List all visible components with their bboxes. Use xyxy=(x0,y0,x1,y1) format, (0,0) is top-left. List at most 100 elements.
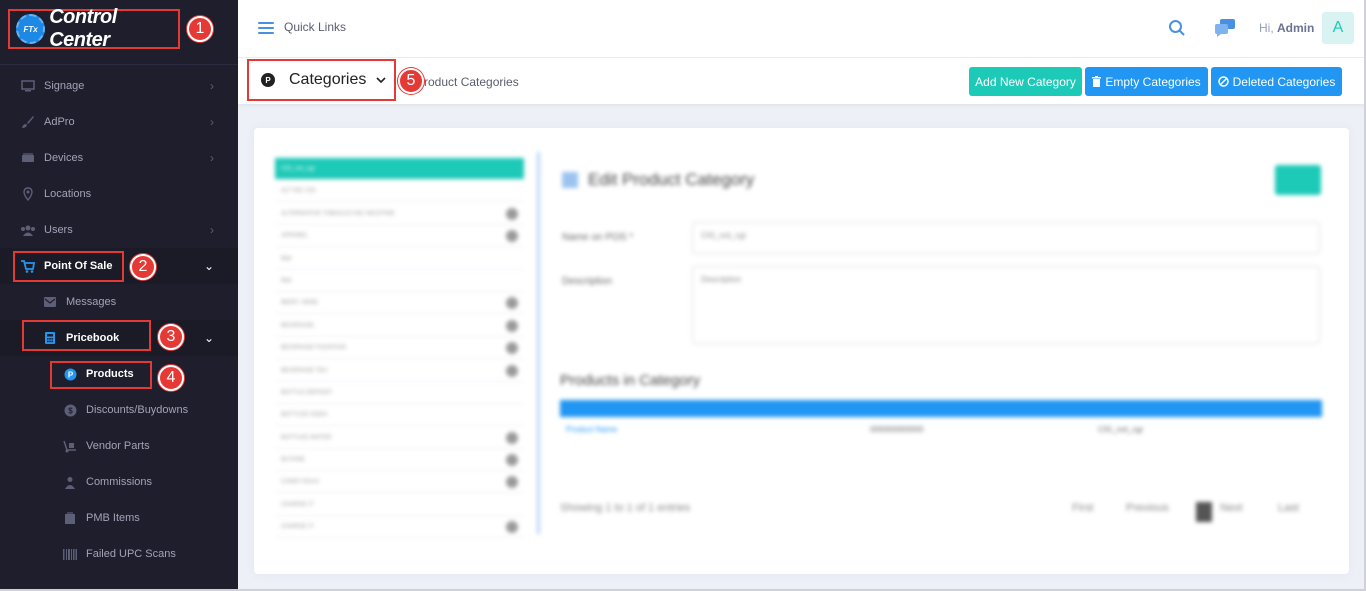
step-badge-1: 1 xyxy=(187,16,213,42)
list-item[interactable]: CHARGE IT xyxy=(275,494,524,516)
sidebar-item-label: Vendor Parts xyxy=(86,440,150,452)
table-cell: CIG_not_cgr xyxy=(1098,425,1144,434)
pagination-next[interactable]: Next xyxy=(1220,502,1243,514)
list-item[interactable]: CANDY BULK xyxy=(275,471,524,493)
step-badge-5: 5 xyxy=(398,68,424,94)
edit-icon xyxy=(562,172,578,188)
map-pin-icon xyxy=(20,187,36,201)
products-table-header xyxy=(560,400,1322,417)
categories-dropdown[interactable]: P Categories xyxy=(247,59,396,101)
list-item[interactable]: BEVERAGE FOUNTAIN xyxy=(275,337,524,359)
chevron-down-icon: ⌄ xyxy=(203,331,214,345)
sidebar-item-label: Users xyxy=(44,224,73,236)
menu-lines-icon[interactable] xyxy=(258,22,274,34)
pagination-current[interactable] xyxy=(1196,502,1212,522)
table-row[interactable]: Product Name 000000000000 CIG_not_cgr xyxy=(560,420,1322,440)
list-item[interactable]: CHARGE IT xyxy=(275,516,524,538)
button-label: Deleted Categories xyxy=(1232,74,1336,89)
sidebar-item-discounts[interactable]: $ Discounts/Buydowns xyxy=(0,392,238,428)
empty-categories-button[interactable]: Empty Categories xyxy=(1085,67,1208,96)
button-label: Add New Category xyxy=(975,74,1076,89)
step-badge-4: 4 xyxy=(158,365,184,391)
sidebar-item-messages[interactable]: Messages xyxy=(0,284,238,320)
chevron-right-icon: › xyxy=(210,223,214,237)
greeting: Hi, Admin xyxy=(1259,21,1315,35)
description-field[interactable]: Description xyxy=(692,266,1320,344)
sidebar-item-commissions[interactable]: Commissions xyxy=(0,464,238,500)
chevron-right-icon: › xyxy=(210,79,214,93)
chevron-down-icon: ⌄ xyxy=(203,259,214,273)
list-item[interactable]: CIG_not_cgr xyxy=(275,158,524,180)
sidebar-item-devices[interactable]: Devices › xyxy=(0,140,238,176)
sidebar-item-locations[interactable]: Locations xyxy=(0,176,238,212)
deleted-categories-button[interactable]: Deleted Categories xyxy=(1211,67,1342,96)
brush-icon xyxy=(20,115,36,129)
trash-icon xyxy=(1092,76,1102,87)
list-item[interactable]: BEVERAGE xyxy=(275,315,524,337)
barcode-icon xyxy=(62,547,78,561)
list-item[interactable]: ALT NIC CIG xyxy=(275,180,524,202)
monitor-icon xyxy=(20,79,36,93)
discount-icon: $ xyxy=(62,403,78,417)
sidebar-item-vendor-parts[interactable]: Vendor Parts xyxy=(0,428,238,464)
step-badge-2: 2 xyxy=(130,254,156,280)
sidebar-item-failed-upc-scans[interactable]: Failed UPC Scans xyxy=(0,536,238,572)
chevron-down-icon xyxy=(376,73,386,87)
sidebar-item-label: Signage xyxy=(44,80,85,92)
add-new-category-button[interactable]: Add New Category xyxy=(969,67,1082,96)
sidebar-item-signage[interactable]: Signage › xyxy=(0,68,238,104)
sidebar-item-users[interactable]: Users › xyxy=(0,212,238,248)
sidebar-item-label: AdPro xyxy=(44,116,75,128)
sidebar: FTx Control Center Signage › AdPro › Dev… xyxy=(0,0,238,591)
highlight-point-of-sale xyxy=(13,251,124,282)
sidebar-divider xyxy=(0,64,238,65)
quick-links[interactable]: Quick Links xyxy=(284,20,346,34)
search-icon[interactable] xyxy=(1168,19,1186,37)
list-item[interactable]: BEVERAGE TEA xyxy=(275,360,524,382)
list-item[interactable]: Bait xyxy=(275,270,524,292)
chevron-right-icon: › xyxy=(210,151,214,165)
sidebar-item-label: Commissions xyxy=(86,476,153,488)
sidebar-item-pmb-items[interactable]: PMB Items xyxy=(0,500,238,536)
list-item[interactable]: Bait xyxy=(275,248,524,270)
list-item[interactable]: ALTERNATIVE TOBACCO NIC NICOTINE xyxy=(275,203,524,225)
edit-title: Edit Product Category xyxy=(562,170,754,190)
user-name: Admin xyxy=(1277,21,1315,35)
list-item[interactable]: BOTTLED SODA xyxy=(275,404,524,426)
list-item[interactable]: APPAREL xyxy=(275,225,524,247)
list-item[interactable]: BEER / WINE xyxy=(275,292,524,314)
chat-icon[interactable] xyxy=(1214,18,1236,38)
avatar[interactable]: A xyxy=(1322,12,1354,44)
panel-divider xyxy=(537,152,540,534)
table-cell: 000000000000 xyxy=(870,425,924,434)
page-title: Categories xyxy=(289,71,367,88)
breadcrumb[interactable]: Product Categories xyxy=(416,75,519,89)
pagination-previous[interactable]: Previous xyxy=(1126,502,1169,514)
table-info: Showing 1 to 1 of 1 entries xyxy=(560,502,691,514)
list-item[interactable]: BOTTLED WATER xyxy=(275,427,524,449)
person-icon xyxy=(62,475,78,489)
save-button[interactable] xyxy=(1275,165,1321,195)
list-item[interactable]: BOTTLE DEPOSIT xyxy=(275,382,524,404)
pagination-first[interactable]: First xyxy=(1072,502,1093,514)
p-circle-icon: P xyxy=(261,73,275,87)
envelope-icon xyxy=(42,295,58,309)
sidebar-item-label: PMB Items xyxy=(86,512,140,524)
table-cell[interactable]: Product Name xyxy=(566,425,617,434)
pagination-last[interactable]: Last xyxy=(1278,502,1299,514)
category-list: CIG_not_cgr ALT NIC CIG ALTERNATIVE TOBA… xyxy=(275,155,524,538)
name-field[interactable]: CIG_not_cgr xyxy=(692,222,1320,254)
highlight-pricebook xyxy=(22,320,151,351)
users-icon xyxy=(20,223,36,237)
step-badge-3: 3 xyxy=(158,324,184,350)
top-bar: Quick Links Hi, Admin A xyxy=(238,0,1366,58)
highlight-products xyxy=(50,361,152,389)
brand-title: Control Center xyxy=(49,6,117,51)
edit-title-text: Edit Product Category xyxy=(588,170,755,189)
sidebar-item-label: Failed UPC Scans xyxy=(86,548,176,560)
products-in-category-title: Products in Category xyxy=(560,372,701,389)
brand-logo[interactable]: FTx Control Center xyxy=(8,6,180,51)
list-item[interactable]: BUTANE xyxy=(275,449,524,471)
gear-logo-icon: FTx xyxy=(16,14,46,44)
sidebar-item-adpro[interactable]: AdPro › xyxy=(0,104,238,140)
